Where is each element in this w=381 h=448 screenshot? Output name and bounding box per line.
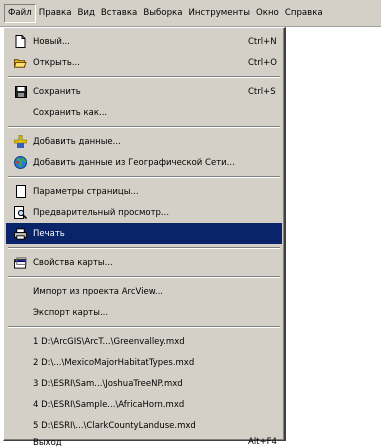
menu-item-save[interactable]: Сохранить Ctrl+S	[6, 81, 282, 102]
menu-file[interactable]: Файл	[4, 3, 36, 23]
menu-item-import-arcview[interactable]: Импорт из проекта ArcView...	[6, 281, 282, 302]
menu-separator	[8, 126, 280, 128]
recent-file-2[interactable]: 2 D:\...\MexicoMajorHabitatTypes.mxd	[6, 352, 282, 373]
menu-item-label: Свойства карты...	[33, 257, 113, 268]
shortcut-label: Ctrl+O	[248, 57, 277, 68]
menu-item-label: Экспорт карты...	[33, 307, 109, 318]
new-document-icon	[14, 35, 27, 48]
printer-icon	[14, 227, 27, 240]
menu-item-label: 2 D:\...\MexicoMajorHabitatTypes.mxd	[33, 357, 195, 368]
add-data-icon	[14, 135, 27, 148]
map-properties-icon	[14, 256, 27, 269]
menu-item-exit[interactable]: Выход Alt+F4	[6, 436, 282, 448]
menu-item-label: Печать	[33, 228, 65, 239]
menu-item-export-map[interactable]: Экспорт карты...	[6, 302, 282, 323]
globe-icon	[14, 156, 27, 169]
menu-item-label: Предварительный просмотр...	[33, 207, 170, 218]
menu-item-label: Новый...	[33, 36, 70, 47]
save-disk-icon	[14, 85, 27, 98]
menu-tools[interactable]: Инструменты	[185, 5, 253, 22]
shortcut-label: Alt+F4	[248, 437, 277, 447]
open-folder-icon	[14, 56, 27, 69]
menu-item-label: Параметры страницы...	[33, 186, 139, 197]
print-preview-icon	[14, 206, 27, 219]
menu-item-label: Выход	[33, 438, 62, 448]
recent-file-1[interactable]: 1 D:\ArcGIS\ArcT...\Greenvalley.mxd	[6, 331, 282, 352]
shortcut-label: Ctrl+N	[248, 36, 277, 47]
menu-item-label: Открыть...	[33, 57, 80, 68]
menu-item-label: 1 D:\ArcGIS\ArcT...\Greenvalley.mxd	[33, 336, 185, 347]
menu-insert[interactable]: Вставка	[98, 5, 140, 22]
menu-item-save-as[interactable]: Сохранить как...	[6, 102, 282, 123]
menu-item-label: 3 D:\ESRI\Sam...\JoshuaTreeNP.mxd	[33, 378, 183, 389]
menu-bar: Файл Правка Вид Вставка Выборка Инструме…	[0, 0, 381, 27]
menu-selection[interactable]: Выборка	[140, 5, 185, 22]
recent-file-4[interactable]: 4 D:\ESRI\Sample...\AfricaHorn.mxd	[6, 394, 282, 415]
menu-separator	[8, 176, 280, 178]
menu-item-open[interactable]: Открыть... Ctrl+O	[6, 52, 282, 73]
recent-file-3[interactable]: 3 D:\ESRI\Sam...\JoshuaTreeNP.mxd	[6, 373, 282, 394]
menu-item-add-data[interactable]: Добавить данные...	[6, 131, 282, 152]
menu-separator	[8, 326, 280, 328]
menu-help[interactable]: Справка	[282, 5, 326, 22]
menu-item-print[interactable]: Печать	[6, 223, 282, 244]
file-menu-dropdown: Новый... Ctrl+N Открыть... Ctrl+O Сохран…	[3, 27, 286, 448]
shortcut-label: Ctrl+S	[248, 86, 276, 97]
recent-file-5[interactable]: 5 D:\ESRI\...\ClarkCountyLanduse.mxd	[6, 415, 282, 436]
menu-item-print-preview[interactable]: Предварительный просмотр...	[6, 202, 282, 223]
menu-window[interactable]: Окно	[253, 5, 282, 22]
menu-item-new[interactable]: Новый... Ctrl+N	[6, 31, 282, 52]
menu-edit[interactable]: Правка	[36, 5, 75, 22]
page-setup-icon	[14, 185, 27, 198]
menu-item-label: Добавить данные из Географической Сети..…	[33, 157, 235, 168]
menu-separator	[8, 247, 280, 249]
menu-item-label: 5 D:\ESRI\...\ClarkCountyLanduse.mxd	[33, 420, 196, 431]
menu-item-map-properties[interactable]: Свойства карты...	[6, 252, 282, 273]
menu-item-label: Сохранить	[33, 86, 81, 97]
menu-item-label: Сохранить как...	[33, 107, 108, 118]
menu-item-label: 4 D:\ESRI\Sample...\AfricaHorn.mxd	[33, 399, 185, 410]
menu-item-label: Импорт из проекта ArcView...	[33, 286, 163, 297]
menu-separator	[8, 76, 280, 78]
menu-view[interactable]: Вид	[74, 5, 97, 22]
menu-item-label: Добавить данные...	[33, 136, 121, 147]
menu-item-page-setup[interactable]: Параметры страницы...	[6, 181, 282, 202]
menu-separator	[8, 276, 280, 278]
menu-item-add-geo-data[interactable]: Добавить данные из Географической Сети..…	[6, 152, 282, 173]
